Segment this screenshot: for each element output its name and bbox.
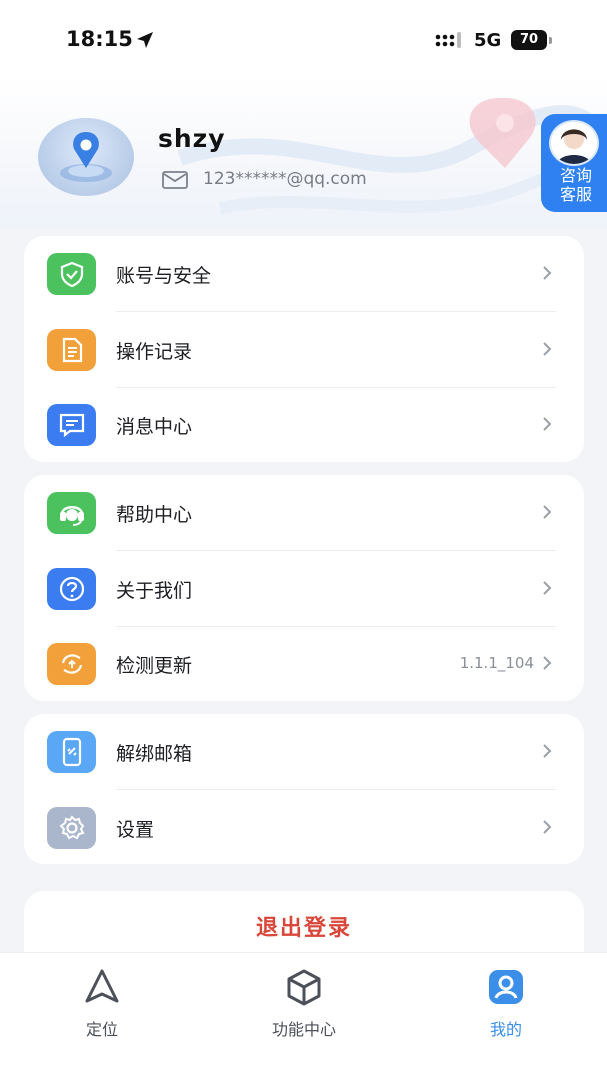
menu-item-label: 解绑邮箱 xyxy=(116,743,193,765)
service-label-line1: 咨询 xyxy=(559,166,592,185)
tab-label: 定位 xyxy=(85,1020,118,1039)
cube-icon xyxy=(287,969,321,1006)
location-pin-icon xyxy=(60,132,112,182)
agent-avatar-icon xyxy=(549,120,599,166)
chevron-right-icon xyxy=(543,656,552,670)
tab-label: 功能中心 xyxy=(271,1020,336,1039)
menu-item-unbind-email[interactable]: 解绑邮箱 xyxy=(24,714,584,790)
status-time: 18:15 xyxy=(66,27,133,51)
chevron-right-icon xyxy=(543,266,552,280)
battery-tip xyxy=(549,37,552,44)
message-icon xyxy=(47,404,96,446)
menu-card-help: 帮助中心 关于我们 检测更新 1.1.1_104 xyxy=(24,475,584,701)
service-label-line2: 客服 xyxy=(559,185,592,204)
menu-card-settings: 解绑邮箱 设置 xyxy=(24,714,584,864)
profile-icon xyxy=(489,970,523,1004)
username: shzy xyxy=(158,124,226,153)
menu-item-label: 检测更新 xyxy=(116,655,193,677)
menu-item-help-center[interactable]: 帮助中心 xyxy=(24,475,584,551)
tab-mine[interactable]: 我的 xyxy=(446,963,566,1053)
tab-label: 我的 xyxy=(489,1020,522,1039)
mail-icon xyxy=(162,171,188,189)
profile-header: shzy 123******@qq.com xyxy=(0,78,607,228)
menu-item-label: 消息中心 xyxy=(116,416,193,438)
chevron-right-icon xyxy=(543,744,552,758)
menu-item-label: 操作记录 xyxy=(116,341,193,363)
chevron-right-icon xyxy=(543,417,552,431)
menu-item-label: 帮助中心 xyxy=(116,504,193,526)
chevron-right-icon xyxy=(543,505,552,519)
unlink-phone-icon xyxy=(47,731,96,773)
update-icon xyxy=(47,643,96,685)
status-bar: 18:15 5G 70 xyxy=(0,0,607,78)
shield-check-icon xyxy=(47,253,96,295)
chevron-right-icon xyxy=(543,342,552,356)
menu-item-operation-log[interactable]: 操作记录 xyxy=(24,312,584,388)
avatar[interactable] xyxy=(38,118,134,196)
tab-function-center[interactable]: 功能中心 xyxy=(244,963,364,1053)
menu-item-label: 设置 xyxy=(116,819,155,841)
menu-item-about-us[interactable]: 关于我们 xyxy=(24,551,584,627)
menu-item-label: 账号与安全 xyxy=(116,265,212,287)
chevron-right-icon xyxy=(543,581,552,595)
signal-icon xyxy=(435,32,461,48)
menu-item-account-security[interactable]: 账号与安全 xyxy=(24,236,584,312)
battery-icon: 70 xyxy=(511,30,547,50)
menu-item-label: 关于我们 xyxy=(116,580,193,602)
gear-icon xyxy=(47,807,96,849)
question-icon xyxy=(47,568,96,610)
menu-item-check-update[interactable]: 检测更新 1.1.1_104 xyxy=(24,626,584,702)
version-text: 1.1.1_104 xyxy=(459,654,534,672)
navigation-icon xyxy=(85,969,119,1003)
location-arrow-icon xyxy=(137,32,153,48)
menu-card-account: 账号与安全 操作记录 消息中心 xyxy=(24,236,584,462)
menu-item-settings[interactable]: 设置 xyxy=(24,790,584,866)
chevron-right-icon xyxy=(543,820,552,834)
tab-bar: 定位 功能中心 我的 xyxy=(0,952,607,1080)
logout-label: 退出登录 xyxy=(255,916,352,941)
customer-service-button[interactable]: 咨询 客服 xyxy=(541,114,607,212)
customer-service-label: 咨询 客服 xyxy=(545,166,607,204)
menu-item-message-center[interactable]: 消息中心 xyxy=(24,387,584,463)
network-type: 5G xyxy=(474,30,502,51)
email-text: 123******@qq.com xyxy=(203,169,367,189)
logout-button[interactable]: 退出登录 xyxy=(24,891,584,957)
headset-icon xyxy=(47,492,96,534)
document-icon xyxy=(47,329,96,371)
tab-location[interactable]: 定位 xyxy=(42,963,162,1053)
